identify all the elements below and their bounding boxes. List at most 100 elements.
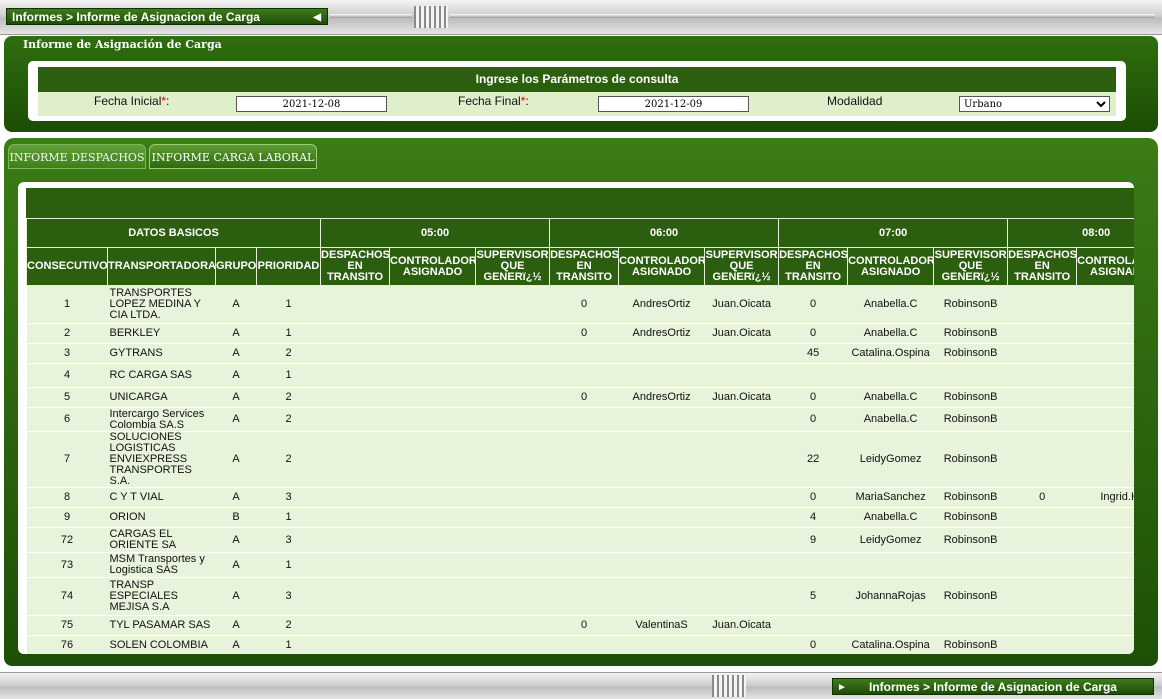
table-top-band (26, 188, 1134, 218)
cell-controlador-0500 (389, 487, 476, 508)
cell-grupo: A (215, 387, 257, 408)
fecha-inicial-input[interactable] (236, 96, 387, 112)
hour-header-0800: 08:00 (1007, 218, 1134, 248)
cell-controlador-0500 (389, 387, 476, 408)
cell-consecutivo: 76 (26, 635, 108, 654)
cell-despachos-0500 (320, 527, 390, 553)
cell-grupo: A (215, 407, 257, 432)
cell-controlador-0500 (389, 323, 476, 344)
fecha-final-input[interactable] (598, 96, 749, 112)
cell-controlador-0700: Anabella.C (847, 387, 934, 408)
cell-supervisor-0600: Juan.Oicata (704, 285, 779, 324)
cell-despachos-0800: 0 (1007, 487, 1077, 508)
cell-supervisor-0500 (475, 431, 550, 488)
table-row: 4 RC CARGA SAS A 1 (26, 363, 1134, 388)
cell-controlador-0500 (389, 363, 476, 388)
group-datos-basicos: DATOS BASICOS (26, 218, 322, 248)
table-row: 75 TYL PASAMAR SAS A 2 0 ValentinaS Juan.Oicat… (26, 615, 1134, 636)
cell-controlador-0700: Anabella.C (847, 407, 934, 432)
cell-despachos-0800 (1007, 431, 1077, 488)
cell-despachos-0800 (1007, 577, 1077, 616)
column-header-prioridad: PRIORIDAD (255, 247, 322, 286)
cell-supervisor-0500 (475, 407, 550, 432)
table-row: 73 MSM Transportes y Logistica SAS A 1 (26, 552, 1134, 578)
cell-prioridad: 2 (256, 387, 321, 408)
cell-consecutivo: 73 (26, 552, 108, 578)
cell-controlador-0700 (847, 615, 934, 636)
carga-laboral-table: DATOS BASICOS 05:00 06:00 07:00 08:00 CO… (26, 218, 1134, 654)
cell-despachos-0700: 9 (778, 527, 848, 553)
cell-despachos-0500 (320, 343, 390, 364)
table-row: 2 BERKLEY A 1 0 AndresOrtiz Juan.Oicata 0 Anabel… (26, 323, 1134, 344)
breadcrumb-bottom[interactable]: ► Informes > Informe de Asignacion de Ca… (832, 678, 1154, 695)
cell-supervisor-0600: Juan.Oicata (704, 387, 779, 408)
expand-right-icon[interactable]: ► (837, 679, 847, 696)
tab-informe-carga-laboral[interactable]: INFORME CARGA LABORAL (149, 144, 317, 169)
bottom-splitter-grip-icon[interactable] (712, 675, 746, 697)
table-row: 9 ORION B 1 4 Anabella.C RobinsonB (26, 507, 1134, 528)
table-row: 5 UNICARGA A 2 0 AndresOrtiz Juan.Oicata 0 Anabe… (26, 387, 1134, 408)
cell-supervisor-0700: RobinsonB (933, 387, 1008, 408)
cell-supervisor-0700: RobinsonB (933, 323, 1008, 344)
cell-controlador-0800 (1076, 285, 1134, 324)
cell-consecutivo: 4 (26, 363, 108, 388)
cell-controlador-0700: MariaSanchez (847, 487, 934, 508)
bottom-navigation-bar: ► Informes > Informe de Asignacion de Ca… (0, 672, 1162, 699)
modalidad-select[interactable]: Urbano (959, 96, 1110, 112)
report-content: DATOS BASICOS 05:00 06:00 07:00 08:00 CO… (18, 182, 1134, 654)
cell-transportadora: TRANSP ESPECIALES MEJISA S.A (107, 577, 216, 616)
cell-despachos-0600: 0 (549, 387, 619, 408)
top-navigation-bar: Informes > Informe de Asignacion de Carg… (0, 0, 1162, 35)
cell-despachos-0500 (320, 323, 390, 344)
cell-grupo: A (215, 285, 257, 324)
cell-controlador-0700: Catalina.Ospina (847, 343, 934, 364)
cell-transportadora: CARGAS EL ORIENTE SA (107, 527, 216, 553)
column-header-controlador-0700: CONTROLADOR ASIGNADO (847, 247, 935, 286)
cell-controlador-0800 (1076, 323, 1134, 344)
cell-transportadora: ORION (107, 507, 216, 528)
cell-despachos-0600 (549, 635, 619, 654)
cell-controlador-0600 (618, 431, 705, 488)
cell-despachos-0700 (778, 552, 848, 578)
cell-supervisor-0700: RobinsonB (933, 577, 1008, 616)
cell-despachos-0800 (1007, 507, 1077, 528)
table-scroll-area[interactable]: DATOS BASICOS 05:00 06:00 07:00 08:00 CO… (26, 188, 1134, 654)
cell-supervisor-0600 (704, 431, 779, 488)
cell-controlador-0500 (389, 285, 476, 324)
cell-transportadora: MSM Transportes y Logistica SAS (107, 552, 216, 578)
cell-despachos-0600 (549, 552, 619, 578)
cell-controlador-0500 (389, 552, 476, 578)
breadcrumb-top[interactable]: Informes > Informe de Asignacion de Carg… (6, 8, 328, 25)
cell-despachos-0700: 0 (778, 487, 848, 508)
cell-supervisor-0600: Juan.Oicata (704, 615, 779, 636)
cell-despachos-0600 (549, 343, 619, 364)
cell-supervisor-0700: RobinsonB (933, 507, 1008, 528)
table-row: 6 Intercargo Services Colombia SA.S A 2 0 Ana… (26, 407, 1134, 432)
cell-controlador-0600 (618, 635, 705, 654)
cell-controlador-0800 (1076, 635, 1134, 654)
cell-controlador-0700: Anabella.C (847, 323, 934, 344)
cell-supervisor-0700: RobinsonB (933, 431, 1008, 488)
column-header-supervisor-0600: SUPERVISOR QUE GENERï¿½ (704, 247, 780, 286)
cell-transportadora: TYL PASAMAR SAS (107, 615, 216, 636)
breadcrumb-top-label: Informes > Informe de Asignacion de Carg… (12, 10, 260, 24)
cell-controlador-0800 (1076, 407, 1134, 432)
cell-supervisor-0600: Juan.Oicata (704, 323, 779, 344)
fecha-inicial-label: Fecha Inicial*: (94, 94, 170, 108)
cell-controlador-0600: AndresOrtiz (618, 323, 705, 344)
cell-supervisor-0500 (475, 507, 550, 528)
cell-supervisor-0700: RobinsonB (933, 285, 1008, 324)
cell-despachos-0600 (549, 487, 619, 508)
cell-despachos-0700: 0 (778, 635, 848, 654)
splitter-grip-icon[interactable] (414, 6, 448, 28)
cell-grupo: A (215, 527, 257, 553)
cell-supervisor-0700: RobinsonB (933, 407, 1008, 432)
cell-despachos-0500 (320, 507, 390, 528)
table-body: 1 TRANSPORTES LOPEZ MEDINA Y CIA LTDA. A 1 0… (26, 285, 1134, 654)
cell-controlador-0500 (389, 635, 476, 654)
cell-grupo: A (215, 635, 257, 654)
collapse-left-icon[interactable]: ◀ (313, 9, 321, 26)
cell-consecutivo: 1 (26, 285, 108, 324)
tab-informe-despachos[interactable]: INFORME DESPACHOS (8, 144, 146, 169)
cell-despachos-0600: 0 (549, 323, 619, 344)
